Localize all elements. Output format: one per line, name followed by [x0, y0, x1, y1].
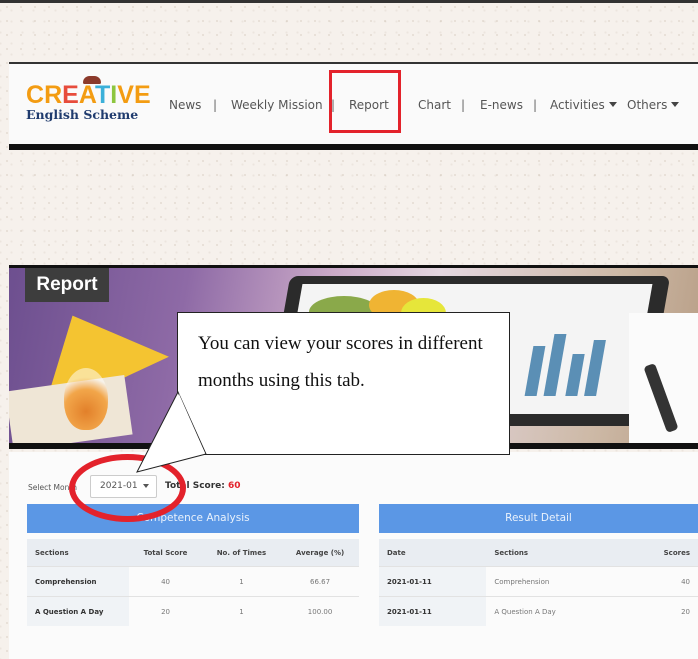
column-header: No. of Times	[201, 539, 282, 567]
table-cell: 2021-01-11	[379, 566, 487, 597]
column-header: Scores	[623, 539, 698, 567]
table-cell: 20	[129, 596, 202, 626]
table-cell: A Question A Day	[486, 596, 624, 626]
nav-activities-label: Activities	[550, 98, 605, 112]
month-select-highlight-circle	[69, 454, 186, 522]
nav-separator: |	[533, 98, 538, 112]
logo-letter: C	[26, 81, 45, 109]
table-header-row: Sections Total Score No. of Times Averag…	[27, 539, 359, 567]
nav-item-activities[interactable]: Activities	[550, 98, 617, 112]
chevron-down-icon	[608, 102, 617, 107]
competence-analysis-heading: Competence Analysis	[27, 504, 359, 533]
result-detail-heading: Result Detail	[379, 504, 698, 533]
nav-item-enews[interactable]: E-news	[480, 98, 523, 112]
banner-glass-image	[64, 368, 108, 430]
table-cell: 2021-01-11	[379, 596, 487, 626]
nav-item-weekly-mission[interactable]: Weekly Mission	[231, 98, 323, 112]
table-cell: 40	[623, 566, 698, 597]
page-title: Report	[25, 268, 109, 302]
site-logo[interactable]: CREATIVE English Scheme	[26, 76, 151, 126]
nav-others-label: Others	[627, 98, 668, 112]
logo-letter: E	[62, 81, 79, 109]
column-header: Sections	[27, 539, 130, 567]
table-row: Comprehension 40 1 66.67	[27, 566, 359, 597]
competence-analysis-card: Competence Analysis Sections Total Score…	[27, 504, 359, 626]
chevron-down-icon	[671, 102, 680, 107]
result-detail-card: Result Detail Date Sections Scores 2021-…	[379, 504, 698, 626]
table-cell: 1	[201, 566, 282, 597]
callout-text: You can view your scores in different mo…	[198, 333, 483, 391]
nav-separator: |	[213, 98, 218, 112]
table-cell: 40	[129, 566, 202, 597]
nav-separator: |	[461, 98, 466, 112]
logo-letter: R	[44, 81, 63, 109]
table-row: 2021-01-11 Comprehension 40	[379, 566, 698, 597]
logo-wordmark: CREATIVE	[26, 82, 151, 108]
tooltip-callout: You can view your scores in different mo…	[177, 312, 510, 455]
table-header-row: Date Sections Scores	[379, 539, 698, 567]
logo-letter: V	[117, 81, 134, 109]
column-header: Total Score	[129, 539, 202, 567]
table-cell: 1	[201, 596, 282, 626]
logo-line1: CREATIVE	[26, 81, 151, 109]
result-table: Date Sections Scores 2021-01-11 Comprehe…	[379, 539, 698, 626]
column-header: Date	[379, 539, 487, 567]
report-highlight-box	[329, 70, 401, 133]
logo-hat-icon	[83, 76, 101, 84]
table-cell: 20	[623, 596, 698, 626]
top-border	[0, 0, 698, 3]
table-cell: Comprehension	[486, 566, 624, 597]
column-header: Average (%)	[281, 539, 359, 567]
table-cell: 100.00	[281, 596, 359, 626]
logo-letter: A	[78, 81, 96, 109]
nav-item-news[interactable]: News	[169, 98, 201, 112]
table-row: A Question A Day 20 1 100.00	[27, 596, 359, 626]
report-content: Select Month 2021-01 Total Score: 60 Com…	[9, 452, 698, 659]
table-cell: A Question A Day	[27, 596, 130, 626]
competence-table: Sections Total Score No. of Times Averag…	[27, 539, 359, 626]
nav-item-others[interactable]: Others	[627, 98, 680, 112]
navbar: CREATIVE English Scheme News | Weekly Mi…	[9, 62, 698, 150]
nav-item-chart[interactable]: Chart	[418, 98, 451, 112]
table-cell: Comprehension	[27, 566, 130, 597]
navbar-underline	[9, 144, 698, 150]
logo-subtitle: English Scheme	[26, 107, 139, 122]
table-row: 2021-01-11 A Question A Day 20	[379, 596, 698, 626]
column-header: Sections	[486, 539, 624, 567]
table-cell: 66.67	[281, 566, 359, 597]
total-score-value: 60	[228, 481, 241, 491]
logo-letter: E	[133, 81, 151, 109]
logo-letter: T	[95, 81, 111, 109]
